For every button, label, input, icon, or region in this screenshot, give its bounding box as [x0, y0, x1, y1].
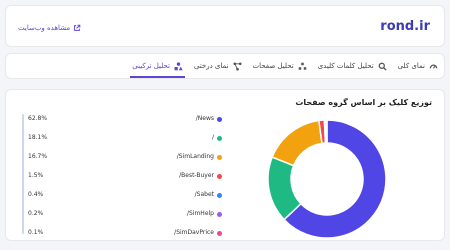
legend-color-dot: [217, 192, 222, 198]
legend-label: /SimDavPrice: [174, 229, 214, 236]
shapes-icon: [298, 62, 306, 70]
search-icon: [378, 62, 387, 71]
legend-color-dot: [217, 230, 222, 236]
tab-pages-label: تحلیل صفحات: [252, 62, 294, 70]
view-website-link[interactable]: مشاهده وب‌سایت: [18, 24, 81, 32]
legend-item[interactable]: 1.5% /Best-Buyer: [28, 171, 222, 181]
legend-label: /Sabet: [194, 191, 214, 198]
legend-item[interactable]: 18.1% /: [28, 133, 222, 143]
legend-item[interactable]: 0.1% /SimDavPrice: [28, 228, 222, 238]
legend-item[interactable]: 0.2% /SimHelp: [28, 209, 222, 219]
site-domain[interactable]: rond.ir: [380, 19, 430, 34]
gauge-icon: [429, 64, 438, 69]
legend-percent: 1.5%: [28, 172, 44, 179]
external-link-icon: [74, 24, 81, 31]
combined-icon: [174, 61, 183, 70]
legend-percent: 62.8%: [28, 115, 48, 122]
legend-item[interactable]: 16.7% /SimLanding: [28, 152, 222, 162]
legend-label: /SimHelp: [186, 210, 214, 217]
legend-percent: 0.4%: [28, 191, 44, 198]
analysis-tabs: نمای کلی تحلیل کلمات کلیدی تحلیل صفحات ن…: [6, 54, 444, 78]
site-header: rond.ir مشاهده وب‌سایت: [6, 6, 444, 46]
legend-color-dot: [217, 135, 222, 141]
donut-chart: [267, 119, 387, 239]
legend-label: /Best-Buyer: [179, 172, 214, 179]
tab-keywords[interactable]: تحلیل کلمات کلیدی: [318, 54, 387, 78]
legend-color-dot: [217, 211, 222, 217]
legend-item[interactable]: 0.4% /Sabet: [28, 190, 222, 200]
tab-overview-label: نمای کلی: [397, 62, 425, 70]
legend-label: /News: [195, 115, 214, 122]
tab-keywords-label: تحلیل کلمات کلیدی: [317, 62, 374, 70]
tree-icon: [232, 61, 242, 71]
legend-item[interactable]: 62.8% /News: [28, 114, 222, 124]
tab-combined-label: تحلیل ترکیبی: [132, 62, 170, 70]
tab-combined[interactable]: تحلیل ترکیبی: [130, 54, 185, 78]
tab-tree-label: نمای درختی: [193, 62, 229, 70]
legend-percent: 18.1%: [28, 134, 48, 141]
tab-overview[interactable]: نمای کلی: [398, 54, 438, 78]
legend-scrollbar[interactable]: [22, 114, 24, 234]
legend-color-dot: [217, 116, 222, 122]
tab-tree[interactable]: نمای درختی: [194, 54, 242, 78]
legend-color-dot: [217, 154, 222, 160]
legend-label: /: [211, 134, 214, 141]
tab-pages[interactable]: تحلیل صفحات: [253, 54, 307, 78]
chart-title: توزیع کلیک بر اساس گروه صفحات: [295, 98, 432, 107]
legend-color-dot: [217, 173, 222, 179]
legend-percent: 0.2%: [28, 210, 44, 217]
legend-percent: 0.1%: [28, 229, 44, 236]
view-website-label: مشاهده وب‌سایت: [18, 24, 71, 32]
legend-percent: 16.7%: [28, 153, 48, 160]
legend-label: /SimLanding: [176, 153, 214, 160]
